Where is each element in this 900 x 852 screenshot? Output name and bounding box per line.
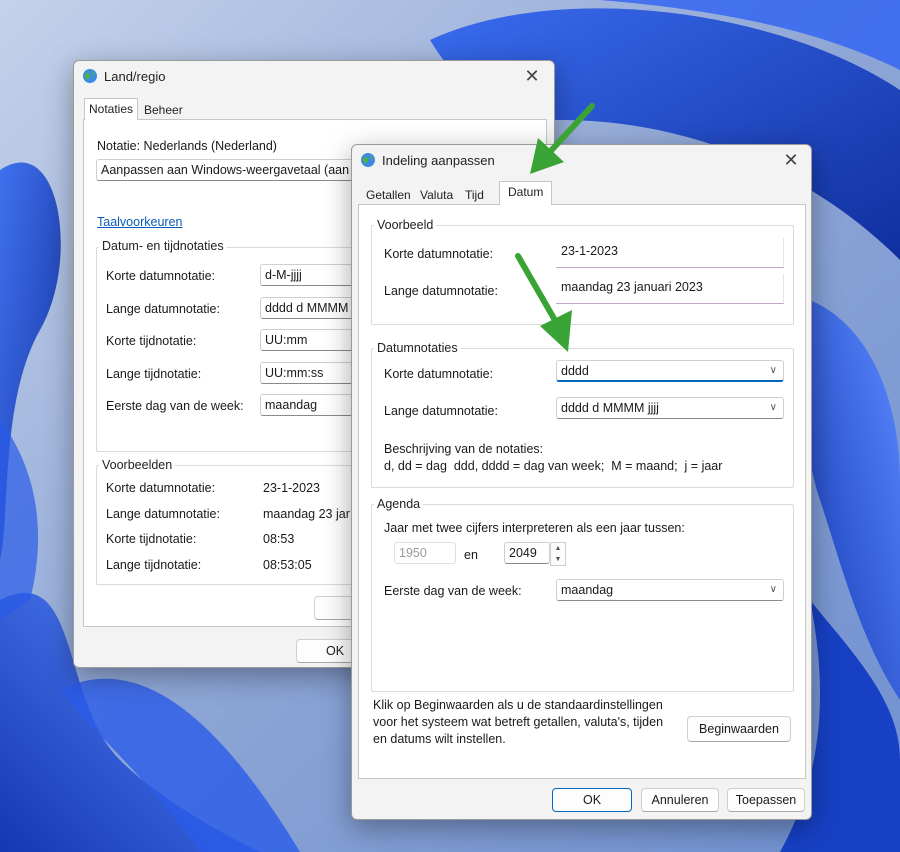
- example-short-date-label: Korte datumnotatie:: [106, 481, 216, 495]
- short-date-value: d-M-jjjj: [265, 268, 302, 282]
- short-time-select[interactable]: UU:mm: [260, 329, 360, 351]
- preview-short-date-field: 23-1-2023: [556, 238, 784, 268]
- examples-title: Voorbeelden: [99, 458, 176, 472]
- long-time-value: UU:mm:ss: [265, 366, 324, 380]
- region-titlebar[interactable]: Land/regio ✕: [74, 61, 554, 91]
- tab-notaties[interactable]: Notaties: [84, 98, 139, 120]
- example-long-date-label: Lange datumnotatie:: [106, 507, 220, 521]
- close-icon[interactable]: ✕: [520, 65, 544, 87]
- and-label: en: [464, 548, 478, 562]
- annotation-arrow-tab: [530, 103, 595, 174]
- agenda-group-title: Agenda: [374, 497, 424, 511]
- long-time-select[interactable]: UU:mm:ss: [260, 362, 360, 384]
- year-from-value: 1950: [399, 546, 427, 560]
- globe-icon: [83, 69, 97, 83]
- globe-icon: [361, 153, 375, 167]
- ok-button[interactable]: OK: [552, 788, 632, 812]
- language-preferences-link[interactable]: Taalvoorkeuren: [97, 215, 182, 229]
- date-formats-group-title: Datumnotaties: [374, 341, 461, 355]
- notation-select[interactable]: Aanpassen aan Windows-weergavetaal (aan: [96, 159, 356, 181]
- long-date-format-value: dddd d MMMM jjjj: [561, 401, 659, 415]
- preview-long-date-label: Lange datumnotatie:: [384, 284, 498, 298]
- agenda-first-day-value: maandag: [561, 583, 614, 597]
- preview-short-date-label: Korte datumnotatie:: [384, 247, 494, 261]
- long-time-label: Lange tijdnotatie:: [106, 367, 202, 381]
- reset-info-line-3: en datums wilt instellen.: [373, 732, 506, 746]
- format-description-text: d, dd = dag ddd, dddd = dag van week; M …: [384, 459, 723, 473]
- short-date-label: Korte datumnotatie:: [106, 269, 216, 283]
- year-to-value: 2049: [509, 546, 537, 560]
- tab-datum[interactable]: Datum: [499, 181, 553, 205]
- reset-defaults-button[interactable]: Beginwaarden: [687, 716, 791, 742]
- short-date-format-value: dddd: [561, 364, 589, 378]
- long-date-label: Lange datumnotatie:: [106, 302, 220, 316]
- cancel-button[interactable]: Annuleren: [641, 788, 719, 812]
- chevron-down-icon: ∨: [769, 365, 777, 376]
- year-from-field: 1950: [394, 542, 456, 564]
- long-date-format-select[interactable]: dddd d MMMM jjjj ∨: [556, 397, 784, 419]
- agenda-first-day-label: Eerste dag van de week:: [384, 584, 522, 598]
- agenda-first-day-select[interactable]: maandag ∨: [556, 579, 784, 601]
- short-date-format-select[interactable]: dddd ∨: [556, 360, 784, 382]
- short-date-format-label: Korte datumnotatie:: [384, 367, 494, 381]
- example-short-time-value: 08:53: [263, 532, 295, 546]
- short-date-select[interactable]: d-M-jjjj: [260, 264, 360, 286]
- example-short-date-value: 23-1-2023: [263, 481, 320, 495]
- annotation-arrow-field: [515, 253, 572, 352]
- long-date-select[interactable]: dddd d MMMM: [260, 297, 360, 319]
- preview-group-title: Voorbeeld: [374, 218, 437, 232]
- format-dialog: Indeling aanpassen ✕ Getallen Valuta Tij…: [351, 144, 812, 820]
- short-time-label: Korte tijdnotatie:: [106, 334, 197, 348]
- chevron-down-icon: ∨: [769, 402, 777, 413]
- example-long-date-value: maandag 23 jar: [263, 507, 350, 521]
- close-icon[interactable]: ✕: [779, 149, 803, 171]
- spin-up-icon[interactable]: ▲: [551, 543, 565, 554]
- long-date-value: dddd d MMMM: [265, 301, 349, 315]
- long-date-format-label: Lange datumnotatie:: [384, 404, 498, 418]
- example-long-time-label: Lange tijdnotatie:: [106, 558, 202, 572]
- short-time-value: UU:mm: [265, 333, 308, 347]
- example-short-time-label: Korte tijdnotatie:: [106, 532, 197, 546]
- year-to-field[interactable]: 2049: [504, 542, 550, 564]
- apply-button[interactable]: Toepassen: [727, 788, 805, 812]
- spin-down-icon[interactable]: ▼: [551, 554, 565, 565]
- first-day-value: maandag: [265, 398, 318, 412]
- first-day-label: Eerste dag van de week:: [106, 399, 244, 413]
- notation-label: Notatie: Nederlands (Nederland): [97, 139, 277, 153]
- preview-long-date-value: maandag 23 januari 2023: [561, 280, 703, 294]
- datetime-formats-title: Datum- en tijdnotaties: [99, 239, 227, 253]
- first-day-select[interactable]: maandag: [260, 394, 360, 416]
- format-dialog-title: Indeling aanpassen: [382, 153, 495, 168]
- format-description-title: Beschrijving van de notaties:: [384, 442, 544, 456]
- notation-select-value: Aanpassen aan Windows-weergavetaal (aan: [101, 163, 350, 177]
- two-digit-year-label: Jaar met twee cijfers interpreteren als …: [384, 521, 685, 535]
- preview-long-date-field: maandag 23 januari 2023: [556, 274, 784, 304]
- example-long-time-value: 08:53:05: [263, 558, 312, 572]
- reset-info-line-2: voor het systeem wat betreft getallen, v…: [373, 715, 664, 729]
- chevron-down-icon: ∨: [769, 584, 777, 595]
- year-spinner[interactable]: ▲ ▼: [550, 542, 566, 566]
- reset-info-line-1: Klik op Beginwaarden als u de standaardi…: [373, 698, 663, 712]
- region-dialog-title: Land/regio: [104, 69, 166, 84]
